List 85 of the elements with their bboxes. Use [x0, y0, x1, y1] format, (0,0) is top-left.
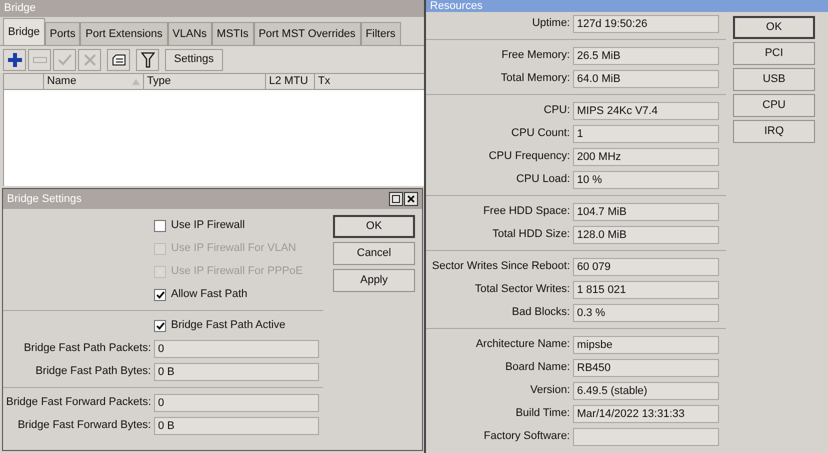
field-label: Architecture Name: — [474, 337, 571, 352]
filter-button[interactable] — [136, 48, 159, 70]
read-only-field[interactable]: 1 815 021 — [573, 280, 719, 298]
tab[interactable]: VLANs — [168, 22, 212, 45]
field-label: Free HDD Space: — [482, 204, 571, 220]
read-only-field[interactable]: MIPS 24Kc V7.4 — [573, 102, 719, 120]
note-icon — [112, 54, 126, 66]
dialog-button[interactable]: Cancel — [333, 242, 415, 265]
maximize-icon[interactable] — [389, 192, 403, 206]
filter-icon — [140, 52, 154, 68]
tab[interactable]: MSTIs — [212, 22, 254, 45]
read-only-field[interactable]: 0 B — [154, 362, 319, 380]
dialog-button[interactable]: Apply — [333, 269, 415, 292]
tab[interactable]: Ports — [44, 22, 80, 45]
window-title: Bridge Settings — [7, 192, 82, 207]
field-label: Total HDD Size: — [491, 227, 571, 242]
comment-button[interactable] — [107, 48, 130, 70]
checkbox[interactable] — [154, 288, 166, 300]
check-icon — [156, 322, 164, 330]
dialog-button[interactable]: CPU — [733, 94, 815, 117]
field-label: CPU Count: — [510, 126, 571, 142]
close-icon[interactable] — [404, 192, 418, 206]
column-header[interactable]: L2 MTU — [266, 74, 315, 89]
field-label: Uptime: — [531, 16, 571, 32]
read-only-field[interactable]: 0 — [154, 394, 319, 412]
field-label: CPU Frequency: — [488, 149, 571, 164]
dialog-button[interactable]: IRQ — [733, 120, 815, 143]
checkbox-label: Use IP Firewall For VLAN — [171, 241, 296, 256]
tab[interactable]: Port Extensions — [80, 22, 168, 45]
read-only-field[interactable]: 0.3 % — [573, 304, 719, 322]
window-title: Resources — [430, 0, 483, 12]
column-header[interactable]: Type — [144, 74, 266, 89]
field-label: Version: — [529, 383, 571, 398]
checkbox[interactable] — [154, 320, 166, 332]
read-only-field[interactable] — [573, 428, 719, 446]
read-only-field[interactable]: 127d 19:50:26 — [573, 14, 719, 32]
read-only-field[interactable]: RB450 — [573, 358, 719, 376]
field-label: Bad Blocks: — [510, 305, 571, 320]
read-only-field[interactable]: 64.0 MiB — [573, 70, 719, 88]
field-label: Board Name: — [504, 360, 571, 376]
field-label: CPU Load: — [515, 172, 571, 188]
read-only-field[interactable]: 10 % — [573, 170, 719, 188]
read-only-field[interactable]: 60 079 — [573, 258, 719, 276]
field-label: CPU: — [542, 103, 571, 118]
read-only-field[interactable]: 128.0 MiB — [573, 226, 719, 244]
tab[interactable]: Filters — [360, 22, 401, 45]
plus-icon — [8, 52, 22, 66]
read-only-field[interactable]: 0 — [154, 340, 319, 358]
read-only-field[interactable]: 104.7 MiB — [573, 202, 719, 220]
read-only-field[interactable]: 1 — [573, 124, 719, 142]
checkbox-label: Allow Fast Path — [171, 287, 248, 302]
read-only-field[interactable]: mipsbe — [573, 336, 719, 354]
read-only-field[interactable]: 200 MHz — [573, 148, 719, 166]
window-title: Bridge — [4, 1, 36, 16]
read-only-field[interactable]: Mar/14/2022 13:31:33 — [573, 404, 719, 422]
field-label: Factory Software: — [482, 429, 571, 444]
add-button[interactable] — [3, 48, 26, 70]
check-icon — [156, 290, 164, 298]
checkbox[interactable] — [154, 220, 166, 232]
field-label: Free Memory: — [500, 48, 571, 64]
field-label: Total Sector Writes: — [474, 282, 571, 298]
cross-icon — [84, 54, 96, 66]
dialog-button[interactable]: OK — [333, 215, 415, 238]
dialog-button[interactable]: PCI — [733, 42, 815, 65]
check-icon — [58, 54, 72, 66]
field-label: Total Memory: — [500, 71, 571, 86]
tab[interactable]: Port MST Overrides — [254, 22, 361, 45]
checkbox-label: Bridge Fast Path Active — [171, 318, 286, 334]
field-label: Sector Writes Since Reboot: — [431, 259, 571, 274]
field-label: Bridge Fast Path Packets: — [22, 341, 152, 356]
read-only-field[interactable]: 6.49.5 (stable) — [573, 382, 719, 400]
column-header[interactable]: Name — [44, 74, 144, 89]
field-label: Bridge Fast Forward Packets: — [5, 395, 152, 410]
checkbox-label: Use IP Firewall — [171, 218, 245, 234]
field-label: Bridge Fast Forward Bytes: — [16, 418, 152, 434]
field-label: Bridge Fast Path Bytes: — [34, 364, 152, 380]
read-only-field[interactable]: 0 B — [154, 416, 319, 434]
field-label: Build Time: — [514, 406, 571, 422]
minus-icon — [32, 56, 46, 62]
dialog-button[interactable]: USB — [733, 68, 815, 91]
checkbox-label: Use IP Firewall For PPPoE — [171, 264, 303, 280]
read-only-field[interactable]: 26.5 MiB — [573, 46, 719, 64]
dialog-button[interactable]: OK — [733, 16, 815, 39]
tab[interactable]: Bridge — [3, 18, 45, 45]
settings-button[interactable]: Settings — [165, 48, 223, 70]
